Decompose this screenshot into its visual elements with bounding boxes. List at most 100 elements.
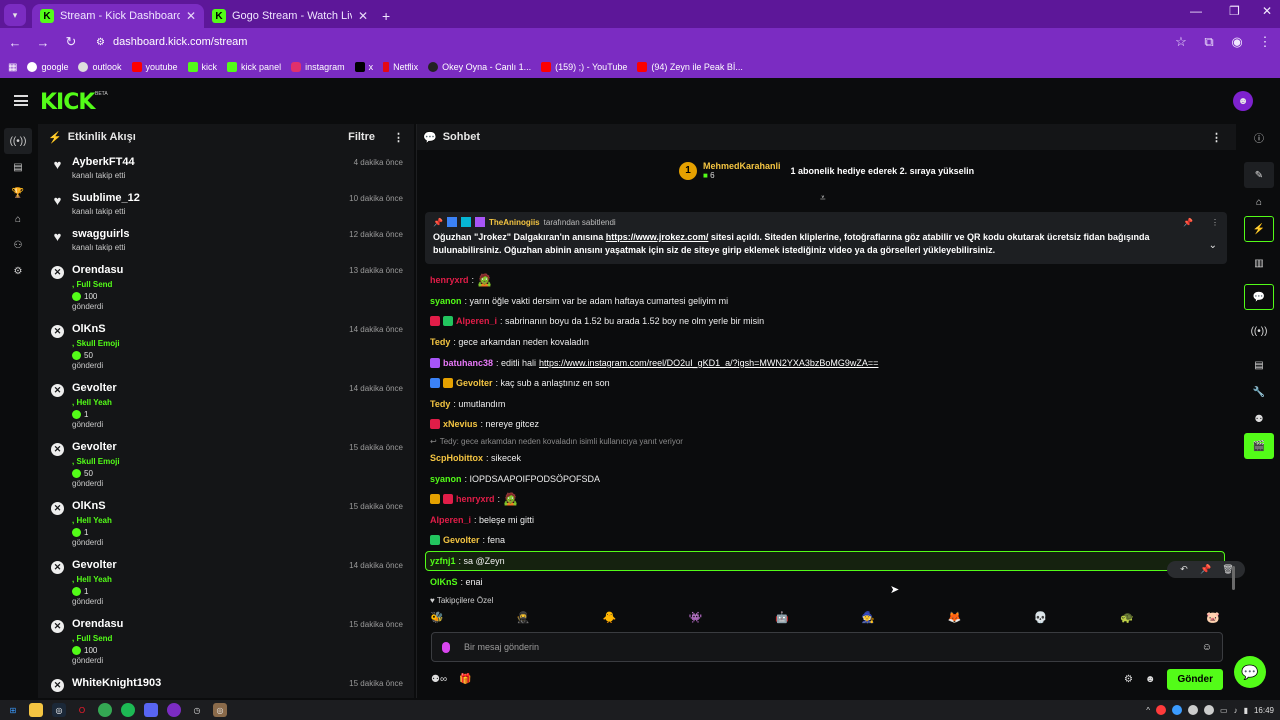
- chat-message[interactable]: Gevolter: fena: [430, 530, 1230, 551]
- bookmark-google[interactable]: google: [27, 62, 68, 72]
- activity-item[interactable]: ♥ AyberkFT44 4 dakika önce kanalı takip ett…: [38, 150, 414, 186]
- battery-icon[interactable]: ▮: [1244, 706, 1248, 715]
- more-options-icon[interactable]: ⋮: [393, 131, 404, 144]
- browser-tab-kick-dashboard[interactable]: K Stream - Kick Dashboard ✕: [32, 4, 204, 28]
- expand-chevron-icon[interactable]: ⌄: [1209, 240, 1217, 251]
- chat-username[interactable]: yzfnj1: [430, 556, 456, 566]
- analytics-icon[interactable]: ▤: [0, 154, 36, 180]
- steam-active-icon[interactable]: ◎: [213, 703, 227, 717]
- chat-username[interactable]: syanon: [430, 296, 462, 306]
- extensions-icon[interactable]: ⧉: [1202, 34, 1216, 50]
- activity-item[interactable]: ♥ Suublime_12 10 dakika önce kanalı takip e…: [38, 186, 414, 222]
- emote-icon[interactable]: 🐷: [1206, 611, 1220, 624]
- activity-item[interactable]: ✕ Gevolter 14 dakika önce, Hell Yeah 1 gönde…: [38, 376, 414, 435]
- unpin-icon[interactable]: 📌: [1183, 218, 1193, 227]
- site-info-icon[interactable]: ⚙: [96, 37, 105, 48]
- chat-message[interactable]: xNevius: nereye gitcez: [430, 414, 1230, 435]
- network-icon[interactable]: ▭: [1220, 706, 1228, 715]
- opera-icon[interactable]: O: [75, 703, 89, 717]
- close-window-icon[interactable]: ✕: [1262, 4, 1272, 18]
- emoji-icon[interactable]: ☺: [1202, 642, 1212, 653]
- chat-username[interactable]: batuhanc38: [443, 358, 493, 368]
- emote-icon[interactable]: 🦊: [948, 611, 962, 624]
- chat-message[interactable]: syanon: yarın öğle vakti dersim var be a…: [430, 291, 1230, 312]
- filter-button[interactable]: Filtre: [348, 131, 375, 143]
- activity-item[interactable]: ✕ OlKnS 14 dakika önce, Skull Emoji 50 gönde…: [38, 317, 414, 376]
- reload-icon[interactable]: ↻: [64, 34, 78, 50]
- chat-username[interactable]: Gevolter: [456, 378, 493, 388]
- bookmark-x[interactable]: x: [354, 62, 373, 72]
- chat-username[interactable]: ScpHobittox: [430, 453, 483, 463]
- chat-options-icon[interactable]: ⋮: [1211, 131, 1222, 144]
- pin-message-icon[interactable]: 📌: [1195, 564, 1217, 575]
- minimize-icon[interactable]: —: [1190, 4, 1202, 18]
- tray-app-icon[interactable]: [1188, 705, 1198, 715]
- profile-icon[interactable]: ◉: [1230, 34, 1244, 50]
- moderator-icon[interactable]: ⌂: [1244, 189, 1274, 215]
- chat-message[interactable]: OlKnS: enai: [430, 571, 1230, 592]
- emote-icon[interactable]: 🧙: [861, 611, 875, 624]
- browser-tab-gogo-stream[interactable]: K Gogo Stream - Watch Live on K ✕: [204, 4, 376, 28]
- tray-app-icon[interactable]: [1172, 705, 1182, 715]
- clock-app-icon[interactable]: ◷: [190, 703, 204, 717]
- tray-chevron-icon[interactable]: ^: [1146, 706, 1150, 715]
- apps-icon[interactable]: ▦: [8, 62, 17, 73]
- chat-message[interactable]: batuhanc38: editli hali https://www.inst…: [430, 352, 1230, 373]
- trophy-icon[interactable]: 🏆: [0, 180, 36, 206]
- pinned-options-icon[interactable]: ⋮: [1211, 218, 1219, 227]
- address-bar[interactable]: ⚙ dashboard.kick.com/stream: [92, 31, 1160, 53]
- chat-input[interactable]: Bir mesaj gönderin ☺: [431, 632, 1223, 662]
- chat-username[interactable]: Tedy: [430, 399, 450, 409]
- chat-username[interactable]: OlKnS: [430, 577, 458, 587]
- activity-item[interactable]: ♥ swagguirls 12 dakika önce kanalı takip et…: [38, 222, 414, 258]
- hamburger-menu-icon[interactable]: [14, 95, 28, 106]
- chat-message[interactable]: ScpHobittox: sikecek: [430, 448, 1230, 469]
- user-avatar[interactable]: ☻: [1233, 91, 1253, 111]
- bookmark-netflix[interactable]: Netflix: [383, 62, 418, 72]
- chat-username[interactable]: Alperen_i: [430, 515, 471, 525]
- chrome-active-icon[interactable]: [167, 703, 181, 717]
- forward-icon[interactable]: →: [36, 35, 50, 50]
- bookmark-youtube[interactable]: youtube: [131, 62, 178, 72]
- back-icon[interactable]: ←: [8, 35, 22, 50]
- tab-close-icon[interactable]: ✕: [358, 9, 368, 23]
- kicks-infinity-icon[interactable]: ⚉∞: [431, 674, 447, 685]
- help-chat-button[interactable]: 💬: [1234, 656, 1266, 688]
- community-icon[interactable]: ⚇: [0, 232, 36, 258]
- bookmark-outlook[interactable]: outlook: [78, 62, 122, 72]
- chat-settings-icon[interactable]: ⚙: [1124, 674, 1133, 685]
- steam-icon[interactable]: ◎: [52, 703, 66, 717]
- bookmark-kick[interactable]: kick: [187, 62, 217, 72]
- emote-icon[interactable]: 🤖: [775, 611, 789, 624]
- chat-username[interactable]: henryxrd: [456, 494, 495, 504]
- new-tab-button[interactable]: +: [382, 8, 390, 24]
- chat-scrollbar[interactable]: [1232, 566, 1235, 590]
- emote-icon[interactable]: 🐝: [430, 611, 444, 624]
- chat-username[interactable]: henryxrd: [430, 275, 469, 285]
- broadcast-icon[interactable]: ((•)): [1244, 318, 1274, 344]
- clock-time[interactable]: 16:49: [1254, 706, 1274, 715]
- menu-icon[interactable]: ⋮: [1258, 34, 1272, 50]
- chat-message[interactable]: Tedy: gece arkamdan neden kovaladın: [430, 332, 1230, 353]
- emote-picker-icon[interactable]: ☻: [1145, 674, 1156, 685]
- top-gifter-banner[interactable]: 1 MehmedKarahanli ■ 6 1 abonelik hediye …: [679, 161, 974, 180]
- chat-username[interactable]: Alperen_i: [456, 316, 497, 326]
- chat-username[interactable]: Tedy: [430, 337, 450, 347]
- restore-icon[interactable]: ❐: [1229, 4, 1240, 18]
- pinned-link[interactable]: https://www.jrokez.com/: [606, 232, 709, 242]
- collapse-icon[interactable]: ⩡: [820, 193, 826, 204]
- tray-app-icon[interactable]: [1204, 705, 1214, 715]
- chat-message[interactable]: Alperen_i: sabrinanın boyu da 1.52 bu ar…: [430, 311, 1230, 332]
- notes-icon[interactable]: ▥: [1244, 250, 1274, 276]
- volume-icon[interactable]: ♪: [1234, 706, 1238, 715]
- windows-start-icon[interactable]: ⊞: [6, 703, 20, 717]
- emote-icon[interactable]: 🥷: [516, 611, 530, 624]
- edit-icon[interactable]: ✎: [1244, 162, 1274, 188]
- kick-logo[interactable]: KICK: [40, 90, 95, 115]
- activity-item[interactable]: ✕ WhiteKnight1903 15 dakika önce: [38, 671, 414, 698]
- settings-icon[interactable]: ⚙: [0, 258, 36, 284]
- delete-icon[interactable]: 🗑: [1217, 564, 1239, 575]
- emote-icon[interactable]: 👾: [689, 611, 703, 624]
- info-icon[interactable]: ⓘ: [1244, 124, 1274, 150]
- microphone-icon[interactable]: [442, 641, 450, 653]
